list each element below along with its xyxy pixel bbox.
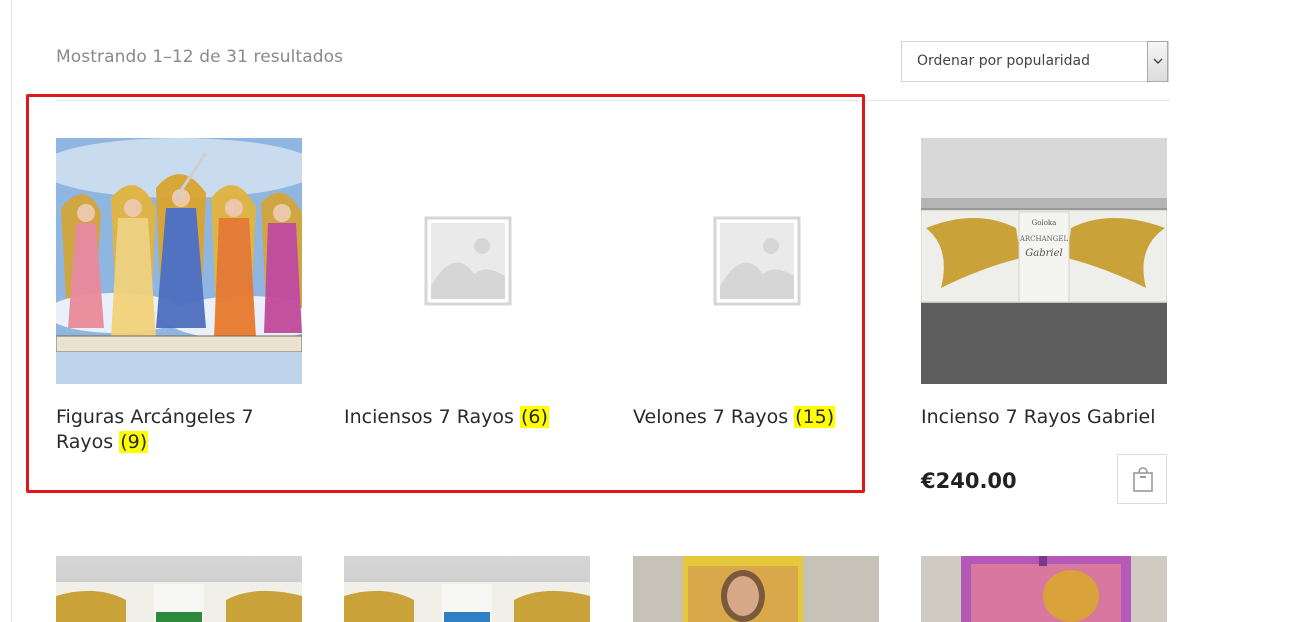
product-title[interactable]: Incienso 7 Rayos Gabriel <box>921 405 1167 430</box>
svg-text:Goloka: Goloka <box>1032 219 1057 227</box>
category-count-badge: (6) <box>519 406 549 428</box>
category-card-figuras[interactable]: Figuras Arcángeles 7 Rayos (9) <box>56 138 302 453</box>
category-card-velones[interactable]: Velones 7 Rayos (15) <box>633 138 879 428</box>
product-price: €240.00 <box>921 469 1017 493</box>
product-card-incienso-gabriel[interactable]: Goloka ARCHANGEL Gabriel Incienso 7 Rayo… <box>921 138 1167 504</box>
product-image[interactable] <box>56 556 302 622</box>
sort-selected-value: Ordenar por popularidad <box>917 53 1091 69</box>
svg-text:Gabriel: Gabriel <box>1025 248 1062 259</box>
product-image[interactable] <box>633 556 879 622</box>
chevron-down-icon[interactable] <box>1147 41 1168 82</box>
category-image-archangels[interactable] <box>56 138 302 384</box>
category-title[interactable]: Figuras Arcángeles 7 Rayos (9) <box>56 405 302 455</box>
divider <box>56 100 1170 101</box>
category-count-badge: (9) <box>119 431 149 453</box>
category-title[interactable]: Velones 7 Rayos (15) <box>633 405 879 430</box>
product-image[interactable] <box>921 556 1167 622</box>
add-to-cart-button[interactable] <box>1117 454 1167 504</box>
placeholder-image-icon[interactable] <box>633 138 879 384</box>
page-left-border <box>11 0 12 622</box>
category-card-inciensos[interactable]: Inciensos 7 Rayos (6) <box>344 138 590 428</box>
product-card[interactable] <box>921 556 1167 622</box>
category-title[interactable]: Inciensos 7 Rayos (6) <box>344 405 590 430</box>
product-image[interactable]: Goloka ARCHANGEL Gabriel <box>921 138 1167 384</box>
product-card[interactable] <box>56 556 302 622</box>
svg-text:ARCHANGEL: ARCHANGEL <box>1019 235 1069 243</box>
product-image[interactable] <box>344 556 590 622</box>
shopping-bag-icon <box>1133 467 1153 492</box>
placeholder-image-icon[interactable] <box>344 138 590 384</box>
sort-select[interactable]: Ordenar por popularidad <box>901 41 1169 82</box>
result-count: Mostrando 1–12 de 31 resultados <box>56 47 344 67</box>
product-card[interactable] <box>344 556 590 622</box>
category-count-badge: (15) <box>794 406 836 428</box>
product-card[interactable] <box>633 556 879 622</box>
